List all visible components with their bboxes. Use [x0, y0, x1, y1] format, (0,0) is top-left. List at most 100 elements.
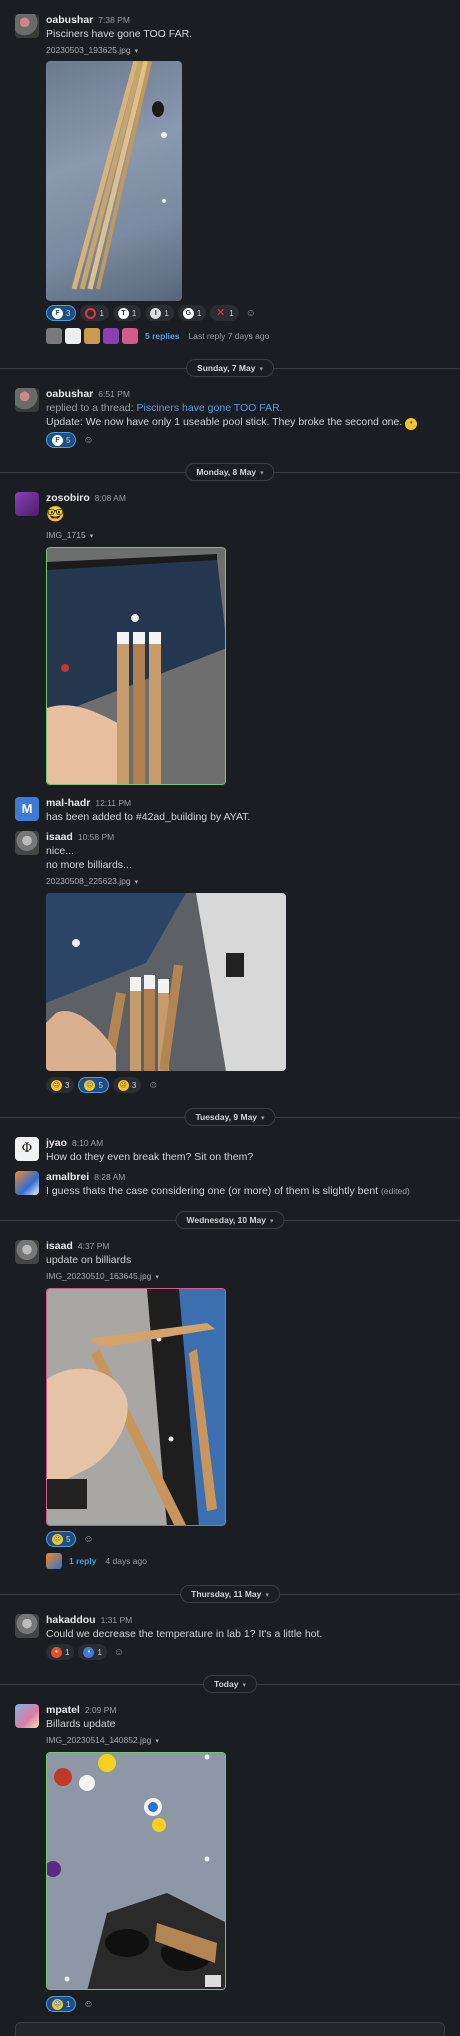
- message-header: isaad 10:58 PM: [46, 831, 114, 843]
- reaction-t-badge[interactable]: T1: [112, 305, 142, 321]
- image-attachment[interactable]: [46, 547, 226, 785]
- timestamp[interactable]: 8:28 AM: [94, 1172, 125, 1182]
- message-text: Pisciners have gone TOO FAR.: [46, 28, 193, 40]
- image-attachment[interactable]: [46, 1288, 226, 1526]
- reaction-f-badge[interactable]: F3: [46, 305, 77, 321]
- crying-face-icon: ☹: [52, 1998, 63, 2010]
- add-emoji-icon: ☺: [113, 1646, 125, 1658]
- g-badge-icon: G: [182, 307, 194, 319]
- add-emoji-icon: ☺: [83, 1998, 94, 2010]
- timestamp[interactable]: 8:10 AM: [72, 1138, 103, 1148]
- add-emoji-icon: ☺: [245, 307, 256, 319]
- username[interactable]: oabushar: [46, 388, 93, 400]
- chevron-down-icon: ▾: [155, 1738, 159, 1745]
- message-feed: oabushar 7:38 PM Pisciners have gone TOO …: [0, 0, 460, 2036]
- f-badge-icon: F: [52, 434, 63, 446]
- thread-link[interactable]: Pisciners have gone TOO FAR.: [136, 402, 282, 414]
- file-name[interactable]: 20230508_225623.jpg ▾: [46, 876, 138, 886]
- avatar[interactable]: [15, 492, 39, 516]
- last-reply: Last reply 7 days ago: [188, 331, 270, 341]
- avatar: [122, 328, 138, 344]
- thread-summary[interactable]: 5 replies Last reply 7 days ago: [46, 328, 269, 344]
- reaction-crying-face[interactable]: ☹ 1: [46, 1996, 77, 2012]
- image-attachment[interactable]: [46, 61, 182, 301]
- avatar: [46, 1553, 62, 1569]
- cold-face-icon: •: [83, 1646, 95, 1658]
- username[interactable]: amalbrei: [46, 1171, 89, 1183]
- reaction-f-badge[interactable]: F5: [46, 432, 77, 448]
- reaction-i-badge[interactable]: I1: [145, 305, 174, 321]
- reaction-sad-face[interactable]: ☹ 3: [46, 1077, 75, 1093]
- username[interactable]: mal-hadr: [46, 797, 90, 809]
- message-header: mal-hadr 12:11 PM: [46, 797, 131, 809]
- add-reaction-button[interactable]: ☺: [80, 432, 96, 448]
- reply-count[interactable]: 1 reply: [69, 1556, 96, 1566]
- timestamp[interactable]: 6:51 PM: [98, 389, 130, 399]
- date-pill[interactable]: Thursday, 11 May ▾: [180, 1585, 280, 1603]
- chevron-down-icon: ▾: [134, 48, 139, 55]
- reaction-crying-face[interactable]: ☹ 5: [46, 1531, 77, 1547]
- reactions: F5 ☺: [46, 432, 96, 448]
- t-badge-icon: T: [117, 307, 129, 319]
- add-reaction-button[interactable]: ☺: [111, 1644, 127, 1660]
- date-pill[interactable]: Wednesday, 10 May ▾: [175, 1211, 285, 1229]
- add-reaction-button[interactable]: ☺: [80, 1996, 96, 2012]
- avatar[interactable]: [15, 831, 39, 855]
- timestamp[interactable]: 8:08 AM: [95, 493, 126, 503]
- username[interactable]: zosobiro: [46, 492, 90, 504]
- reaction-x-mark[interactable]: ✕ 1: [210, 305, 239, 321]
- reaction-cold-face[interactable]: • 1: [78, 1644, 107, 1660]
- date-pill[interactable]: Monday, 8 May ▾: [185, 463, 275, 481]
- pool-cue-photo: [71, 61, 167, 290]
- thread-summary[interactable]: 1 reply 4 days ago: [46, 1553, 147, 1569]
- image-attachment[interactable]: [46, 893, 286, 1071]
- file-name[interactable]: 20230503_193625.jpg ▾: [46, 45, 138, 55]
- timestamp[interactable]: 2:09 PM: [85, 1705, 117, 1715]
- reaction-hot-face[interactable]: • 1: [46, 1644, 75, 1660]
- add-reaction-button[interactable]: ☺: [145, 1077, 161, 1093]
- avatar[interactable]: Φ: [15, 1137, 39, 1161]
- broken-cues-photo: [46, 893, 286, 1071]
- reaction-crying-face[interactable]: ☹ 5: [78, 1077, 109, 1093]
- message-composer[interactable]: [15, 2022, 445, 2036]
- reaction-no-entry[interactable]: 1: [80, 305, 109, 321]
- weary-face-icon: ☹: [117, 1079, 129, 1091]
- timestamp[interactable]: 1:31 PM: [101, 1615, 133, 1625]
- date-pill[interactable]: Today ▾: [203, 1675, 257, 1693]
- file-name[interactable]: IMG_20230510_163645.jpg ▾: [46, 1271, 159, 1281]
- avatar[interactable]: [15, 14, 39, 38]
- timestamp[interactable]: 4:37 PM: [78, 1241, 110, 1251]
- avatar[interactable]: [15, 388, 39, 412]
- reaction-weary-face[interactable]: ☹ 3: [112, 1077, 142, 1093]
- avatar[interactable]: [15, 1704, 39, 1728]
- reaction-g-badge[interactable]: G1: [177, 305, 207, 321]
- add-reaction-button[interactable]: ☺: [243, 305, 259, 321]
- username[interactable]: jyao: [46, 1137, 67, 1149]
- timestamp[interactable]: 10:58 PM: [78, 832, 114, 842]
- username[interactable]: hakaddou: [46, 1614, 96, 1626]
- image-attachment[interactable]: [46, 1752, 226, 1990]
- add-reaction-button[interactable]: ☺: [80, 1531, 96, 1547]
- timestamp[interactable]: 12:11 PM: [95, 798, 131, 808]
- username[interactable]: oabushar: [46, 14, 93, 26]
- file-name[interactable]: IMG_1715 ▾: [46, 530, 93, 540]
- date-pill[interactable]: Sunday, 7 May ▾: [186, 359, 274, 377]
- avatar[interactable]: [15, 1171, 39, 1195]
- edited-label: (edited): [381, 1186, 410, 1196]
- avatar[interactable]: [15, 1614, 39, 1638]
- username[interactable]: isaad: [46, 831, 73, 843]
- reactions: ☹ 5 ☺: [46, 1531, 96, 1547]
- username[interactable]: isaad: [46, 1240, 73, 1252]
- avatar[interactable]: M: [15, 797, 39, 821]
- file-name[interactable]: IMG_20230514_140852.jpg ▾: [46, 1735, 159, 1745]
- username[interactable]: mpatel: [46, 1704, 80, 1716]
- date-pill[interactable]: Tuesday, 9 May ▾: [184, 1108, 276, 1126]
- message-text: I guess thats the case considering one (…: [46, 1185, 410, 1197]
- chevron-down-icon: ▾: [265, 1592, 269, 1599]
- message-header: oabushar 6:51 PM: [46, 388, 130, 400]
- reply-count[interactable]: 5 replies: [145, 331, 180, 341]
- timestamp[interactable]: 7:38 PM: [98, 15, 130, 25]
- avatar: [103, 328, 119, 344]
- avatar[interactable]: [15, 1240, 39, 1264]
- thread-reply-context: replied to a thread: Pisciners have gone…: [46, 402, 283, 414]
